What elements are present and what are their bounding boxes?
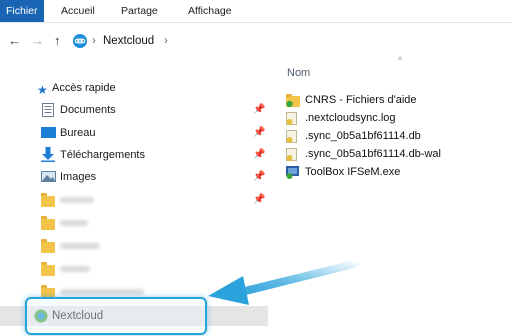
- file-row[interactable]: CNRS - Fichiers d'aide: [286, 91, 512, 109]
- file-row[interactable]: .sync_0b5a1bf61114.db: [286, 127, 512, 145]
- file-name: .sync_0b5a1bf61114.db: [305, 130, 421, 142]
- sort-ascending-icon[interactable]: ^: [398, 55, 402, 65]
- file-name: ToolBox IFSeM.exe: [305, 166, 401, 178]
- synced-file-icon: [286, 148, 297, 161]
- file-name: .sync_0b5a1bf61114.db-wal: [305, 148, 441, 160]
- column-header-name[interactable]: Nom: [287, 67, 310, 79]
- file-row[interactable]: .sync_0b5a1bf61114.db-wal: [286, 145, 512, 163]
- file-row[interactable]: ToolBox IFSeM.exe: [286, 163, 512, 181]
- file-name: CNRS - Fichiers d'aide: [305, 94, 417, 106]
- file-row[interactable]: .nextcloudsync.log: [286, 109, 512, 127]
- synced-file-icon: [286, 112, 297, 125]
- synced-folder-icon: [286, 94, 300, 107]
- file-name: .nextcloudsync.log: [305, 112, 396, 124]
- synced-file-icon: [286, 130, 297, 143]
- exe-icon: [286, 166, 299, 179]
